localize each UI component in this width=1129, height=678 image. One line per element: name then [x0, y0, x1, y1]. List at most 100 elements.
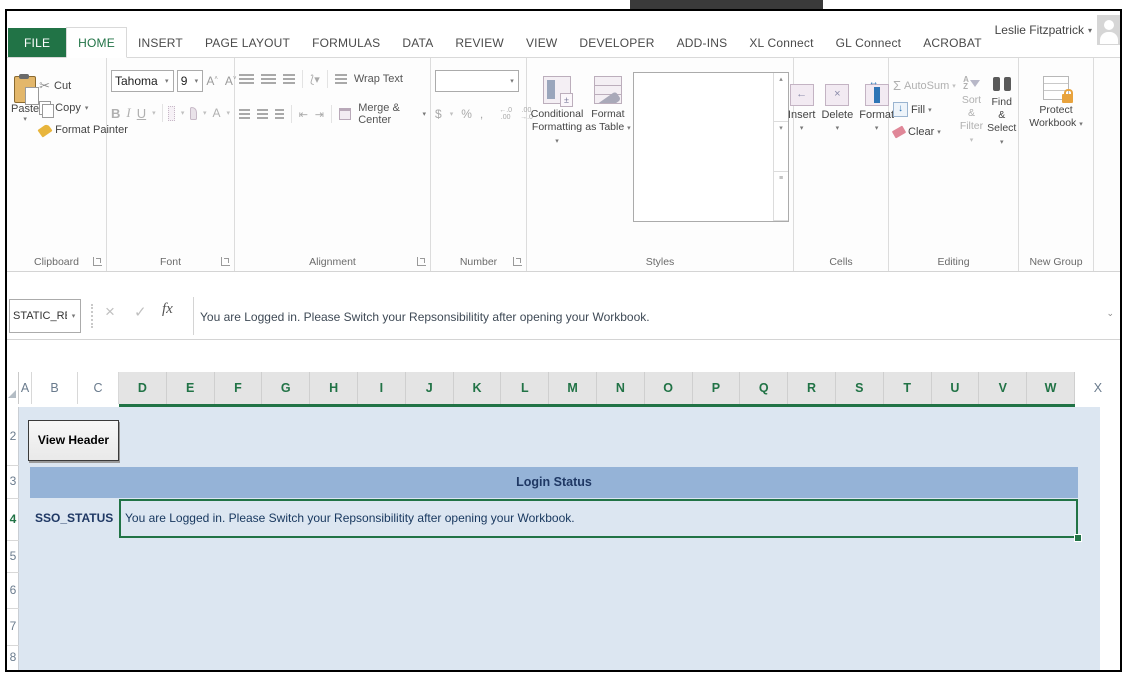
column-header-r[interactable]: R — [788, 372, 836, 404]
column-header-w[interactable]: W — [1027, 372, 1075, 404]
insert-cells-button[interactable]: ← Insert ▾ — [788, 70, 816, 251]
column-header-k[interactable]: K — [454, 372, 502, 404]
column-header-t[interactable]: T — [884, 372, 932, 404]
align-right-icon[interactable] — [275, 109, 284, 120]
chevron-down-icon[interactable]: ▾ — [203, 109, 207, 117]
wrap-text-button[interactable]: Wrap Text — [354, 73, 403, 85]
sort-filter-button[interactable]: AZ Sort & Filter ▾ — [960, 70, 983, 251]
currency-format-button[interactable]: $ — [435, 107, 442, 121]
chevron-down-icon[interactable]: ▾ — [67, 312, 80, 320]
increase-decimal-icon[interactable]: ←.0.00 — [499, 107, 512, 121]
chevron-down-icon[interactable]: ▾ — [181, 109, 185, 117]
tab-xl-connect[interactable]: XL Connect — [738, 28, 824, 57]
enter-button[interactable]: ✓ — [134, 303, 147, 321]
chevron-down-icon[interactable]: ▾ — [190, 77, 202, 85]
avatar[interactable] — [1097, 15, 1122, 45]
tab-review[interactable]: REVIEW — [444, 28, 515, 57]
merge-center-button[interactable]: Merge & Center — [358, 102, 415, 126]
tab-formulas[interactable]: FORMULAS — [301, 28, 391, 57]
select-all-corner[interactable] — [7, 372, 19, 404]
chevron-down-icon[interactable]: ▾ — [506, 77, 518, 85]
sheet-filled-range[interactable] — [19, 407, 1100, 670]
fill-color-icon[interactable] — [190, 107, 197, 120]
tab-home[interactable]: HOME — [66, 27, 127, 58]
fill-button[interactable]: ↓ Fill ▾ — [893, 102, 956, 117]
row-header-4[interactable]: 4 — [7, 512, 19, 526]
dialog-launcher-icon[interactable] — [513, 257, 522, 266]
column-header-m[interactable]: M — [549, 372, 597, 404]
orientation-icon[interactable]: ⟅▾ — [310, 73, 320, 86]
column-header-a[interactable]: A — [19, 372, 32, 404]
column-header-n[interactable]: N — [597, 372, 645, 404]
active-cell-d4[interactable]: You are Logged in. Please Switch your Re… — [119, 499, 1078, 538]
row-header-6[interactable]: 6 — [7, 583, 19, 597]
column-header-j[interactable]: J — [406, 372, 454, 404]
column-header-s[interactable]: S — [836, 372, 884, 404]
tab-acrobat[interactable]: ACROBAT — [912, 28, 993, 57]
login-status-header-cell[interactable]: Login Status — [30, 467, 1078, 498]
gallery-scroll-up-icon[interactable]: ▴ — [774, 73, 788, 122]
column-header-u[interactable]: U — [932, 372, 980, 404]
align-bottom-icon[interactable] — [283, 74, 295, 85]
tab-gl-connect[interactable]: GL Connect — [825, 28, 913, 57]
borders-icon[interactable] — [168, 106, 175, 121]
find-select-button[interactable]: Find & Select ▾ — [987, 70, 1016, 251]
decrease-indent-icon[interactable]: ⇤ — [299, 108, 308, 121]
formula-bar-input[interactable]: You are Logged in. Please Switch your Re… — [200, 310, 1092, 324]
font-size-combobox[interactable]: 9 ▾ — [177, 70, 204, 92]
row-header-3[interactable]: 3 — [7, 474, 19, 488]
chevron-down-icon[interactable]: ▾ — [422, 110, 426, 118]
percent-format-button[interactable]: % — [461, 107, 472, 121]
view-header-button[interactable]: View Header — [28, 420, 119, 461]
fill-handle[interactable] — [1074, 534, 1082, 542]
column-header-e[interactable]: E — [167, 372, 215, 404]
insert-function-button[interactable]: fx — [162, 301, 173, 318]
align-left-icon[interactable] — [239, 109, 250, 120]
chevron-down-icon[interactable]: ▾ — [226, 109, 230, 117]
increase-font-icon[interactable]: A˄ — [206, 74, 222, 88]
column-header-f[interactable]: F — [215, 372, 263, 404]
italic-button[interactable]: I — [126, 105, 130, 121]
column-header-o[interactable]: O — [645, 372, 693, 404]
bold-button[interactable]: B — [111, 106, 120, 121]
paste-button[interactable]: Paste ▾ — [11, 70, 39, 251]
autosum-button[interactable]: Σ AutoSum ▾ — [893, 78, 956, 93]
clear-button[interactable]: Clear ▾ — [893, 126, 956, 138]
align-center-icon[interactable] — [257, 109, 268, 120]
tab-page-layout[interactable]: PAGE LAYOUT — [194, 28, 301, 57]
column-header-g[interactable]: G — [262, 372, 310, 404]
column-header-x[interactable]: X — [1075, 372, 1122, 404]
tab-view[interactable]: VIEW — [515, 28, 568, 57]
delete-cells-button[interactable]: × Delete ▾ — [821, 70, 853, 251]
row-header-2[interactable]: 2 — [7, 429, 19, 443]
account-area[interactable]: Leslie Fitzpatrick ▾ — [995, 7, 1122, 57]
column-header-l[interactable]: L — [501, 372, 549, 404]
cell-styles-gallery[interactable]: ▴ ▾ ≡ — [633, 72, 789, 222]
align-middle-icon[interactable] — [261, 74, 276, 85]
gallery-more-icon[interactable]: ≡ — [774, 172, 788, 221]
conditional-formatting-button[interactable]: Conditional Formatting ▾ — [531, 70, 583, 148]
tab-file[interactable]: FILE — [8, 28, 66, 57]
row-header-8[interactable]: 8 — [7, 650, 19, 664]
align-top-icon[interactable] — [239, 74, 254, 85]
tab-data[interactable]: DATA — [391, 28, 444, 57]
increase-indent-icon[interactable]: ⇥ — [315, 108, 324, 121]
chevron-down-icon[interactable]: ▾ — [152, 109, 156, 117]
row-header-7[interactable]: 7 — [7, 619, 19, 633]
row-header-5[interactable]: 5 — [7, 549, 19, 563]
underline-button[interactable]: U — [137, 106, 146, 121]
column-header-i[interactable]: I — [358, 372, 406, 404]
protect-workbook-button[interactable]: Protect Workbook ▾ — [1028, 70, 1084, 251]
number-format-combobox[interactable]: ▾ — [435, 70, 519, 92]
column-header-b[interactable]: B — [32, 372, 78, 404]
sso-status-label-cell[interactable]: SSO_STATUS — [35, 499, 113, 538]
expand-formula-bar-icon[interactable]: ⌄ — [1106, 308, 1114, 319]
gallery-scroll-down-icon[interactable]: ▾ — [774, 122, 788, 171]
column-header-q[interactable]: Q — [740, 372, 788, 404]
column-header-h[interactable]: H — [310, 372, 358, 404]
dialog-launcher-icon[interactable] — [221, 257, 230, 266]
format-as-table-button[interactable]: Format as Table ▾ — [585, 70, 631, 135]
name-box[interactable]: STATIC_RE... ▾ — [9, 299, 81, 333]
chevron-down-icon[interactable]: ▾ — [161, 77, 173, 85]
tab-insert[interactable]: INSERT — [127, 28, 194, 57]
